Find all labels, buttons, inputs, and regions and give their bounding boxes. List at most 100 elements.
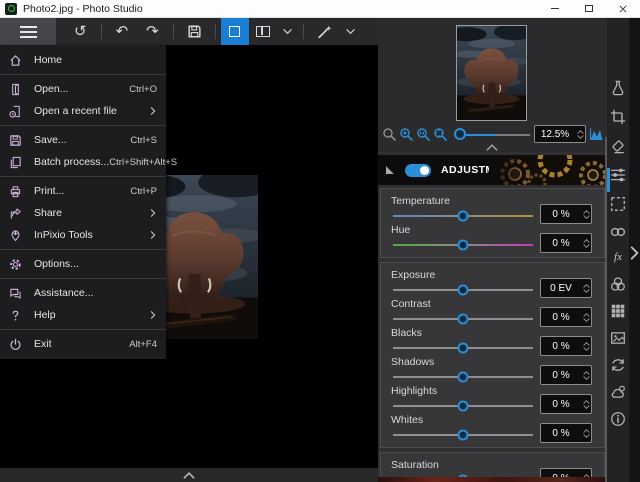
adjustments-header[interactable]: ADJUSTMENTS <box>378 155 607 185</box>
preview-thumbnail[interactable] <box>456 25 527 121</box>
contrast-slider-track[interactable] <box>393 313 533 325</box>
color-wheels-icon[interactable] <box>610 276 626 292</box>
undo-icon[interactable]: ↶ <box>107 18 138 45</box>
spinner-up-icon[interactable] <box>583 400 590 404</box>
menu-item-help[interactable]: Help <box>0 304 166 326</box>
link-icon[interactable] <box>610 224 626 240</box>
temperature-slider-track[interactable] <box>393 210 533 222</box>
zoom-100-icon[interactable] <box>416 127 431 142</box>
spinner-up-icon[interactable] <box>583 342 590 346</box>
sky-icon[interactable] <box>610 384 626 400</box>
selection-icon[interactable] <box>610 196 626 212</box>
blacks-slider-track[interactable] <box>393 342 533 354</box>
temperature-slider-handle[interactable] <box>457 210 469 222</box>
exposure-slider-track[interactable] <box>393 284 533 296</box>
spinner-down-icon[interactable] <box>583 318 590 322</box>
spinner-down-icon[interactable] <box>583 289 590 293</box>
panel-scrollbar[interactable] <box>605 137 607 482</box>
spinner-up-icon[interactable] <box>583 239 590 243</box>
reset-icon[interactable]: ↺ <box>65 18 96 45</box>
collapse-triangle-icon[interactable] <box>386 166 394 174</box>
eraser-icon[interactable] <box>610 138 626 154</box>
blacks-slider-handle[interactable] <box>457 342 469 354</box>
exposure-value-input[interactable]: 0 EV <box>540 278 592 298</box>
spinner-down-icon[interactable] <box>577 135 584 139</box>
spinner-up-icon[interactable] <box>583 210 590 214</box>
split-view-button[interactable] <box>249 18 277 45</box>
temperature-value-input[interactable]: 0 % <box>540 204 592 224</box>
menu-item-exit[interactable]: Exit Alt+F4 <box>0 333 166 355</box>
menu-item-share[interactable]: Share <box>0 202 166 224</box>
highlights-value-input[interactable]: 0 % <box>540 394 592 414</box>
exposure-slider-handle[interactable] <box>457 284 469 296</box>
blacks-value-input[interactable]: 0 % <box>540 336 592 356</box>
collage-icon[interactable] <box>610 303 626 319</box>
zoom-in-icon[interactable] <box>399 127 414 142</box>
info-icon[interactable] <box>610 411 626 427</box>
crop-icon[interactable] <box>610 109 626 125</box>
spinner-up-icon[interactable] <box>583 313 590 317</box>
save-icon[interactable] <box>187 24 202 39</box>
single-view-button[interactable] <box>220 18 249 45</box>
contrast-value-input[interactable]: 0 % <box>540 307 592 327</box>
adjust-sliders-icon[interactable] <box>610 167 626 183</box>
frame-icon[interactable] <box>610 330 626 346</box>
spinner-up-icon[interactable] <box>583 371 590 375</box>
hue-slider-handle[interactable] <box>457 239 469 251</box>
hue-value-input[interactable]: 0 % <box>540 233 592 253</box>
hue-slider-track[interactable] <box>393 239 533 251</box>
menu-item-label: Options... <box>34 258 79 270</box>
menu-item-open[interactable]: Open... Ctrl+O <box>0 78 166 100</box>
bottom-panel-bar[interactable] <box>0 468 378 482</box>
spinner-up-icon[interactable] <box>583 284 590 288</box>
highlights-slider-handle[interactable] <box>457 400 469 412</box>
menu-item-home[interactable]: Home <box>0 49 166 71</box>
minimize-button[interactable] <box>538 0 572 17</box>
highlights-slider-track[interactable] <box>393 400 533 412</box>
menu-item-assistance[interactable]: Assistance... <box>0 282 166 304</box>
adjustments-toggle[interactable] <box>405 163 431 177</box>
zoom-slider[interactable] <box>454 127 530 141</box>
fx-icon[interactable]: fx <box>610 249 626 265</box>
rotate-icon[interactable] <box>610 357 626 373</box>
shadows-slider-track[interactable] <box>393 371 533 383</box>
spinner-down-icon[interactable] <box>583 376 590 380</box>
spinner-down-icon[interactable] <box>583 405 590 409</box>
blacks-value: 0 % <box>552 340 570 352</box>
histogram-icon[interactable] <box>589 127 604 142</box>
menu-item-open-a-recent-file[interactable]: Open a recent file <box>0 100 166 122</box>
zoom-value-input[interactable]: 12.5% <box>534 125 586 143</box>
chevron-up-icon[interactable] <box>183 472 195 479</box>
zoom-fit-icon[interactable] <box>433 127 448 142</box>
magic-wand-icon[interactable] <box>317 24 332 39</box>
panel-expand-chevron[interactable] <box>630 246 639 260</box>
shadows-value-input[interactable]: 0 % <box>540 365 592 385</box>
redo-icon[interactable]: ↷ <box>137 18 168 45</box>
whites-slider-track[interactable] <box>393 429 533 441</box>
contrast-slider-handle[interactable] <box>457 313 469 325</box>
menu-item-options[interactable]: Options... <box>0 253 166 275</box>
spinner-down-icon[interactable] <box>583 215 590 219</box>
menu-item-print[interactable]: Print... Ctrl+P <box>0 180 166 202</box>
hamburger-menu-button[interactable] <box>0 18 56 45</box>
zoom-slider-handle[interactable] <box>454 128 466 140</box>
chevron-down-icon[interactable] <box>346 27 355 36</box>
spinner-up-icon[interactable] <box>583 429 590 433</box>
close-button[interactable] <box>606 0 640 17</box>
shadows-slider-handle[interactable] <box>457 371 469 383</box>
next-section-strip[interactable] <box>378 477 607 482</box>
spinner-up-icon[interactable] <box>577 130 584 134</box>
inpixio-tools-icon <box>9 229 22 242</box>
whites-value-input[interactable]: 0 % <box>540 423 592 443</box>
maximize-button[interactable] <box>572 0 606 17</box>
menu-item-inpixio-tools[interactable]: InPixio Tools <box>0 224 166 246</box>
menu-item-save[interactable]: Save... Ctrl+S <box>0 129 166 151</box>
chevron-down-icon[interactable] <box>283 27 292 36</box>
menu-item-batch-process[interactable]: Batch process... Ctrl+Shift+Alt+S <box>0 151 177 173</box>
flask-icon[interactable] <box>610 80 626 96</box>
spinner-down-icon[interactable] <box>583 244 590 248</box>
spinner-down-icon[interactable] <box>583 434 590 438</box>
chevron-up-icon[interactable] <box>486 144 498 151</box>
spinner-down-icon[interactable] <box>583 347 590 351</box>
whites-slider-handle[interactable] <box>457 429 469 441</box>
